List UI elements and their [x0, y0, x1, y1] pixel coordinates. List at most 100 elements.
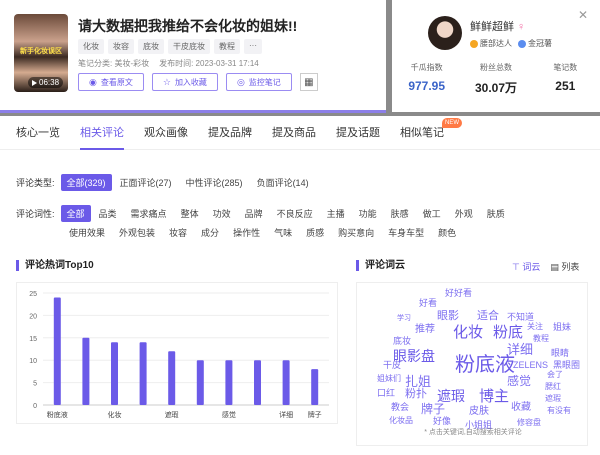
wordcloud-word[interactable]: 好好看	[445, 289, 472, 298]
wordcloud-word[interactable]: 干皮	[383, 361, 401, 370]
stat-label: 千瓜指数	[410, 63, 443, 72]
comment-property-chip[interactable]: 操作性	[227, 224, 266, 241]
wordcloud-word[interactable]: 粉底	[493, 325, 523, 340]
wordcloud-word[interactable]: 修容盘	[517, 419, 541, 427]
note-thumbnail[interactable]: 新手化妆误区 06:38	[14, 14, 68, 92]
wordcloud-word[interactable]: 教会	[391, 403, 409, 412]
bar[interactable]	[196, 360, 204, 405]
comment-property-chip[interactable]: 肤质	[481, 205, 511, 222]
wordcloud-word[interactable]: 好看	[419, 299, 437, 308]
wordcloud-word[interactable]: 遮瑕	[545, 395, 561, 403]
tab-7[interactable]: 相似笔记 NEW	[400, 116, 462, 149]
wordcloud-word[interactable]: 不知道	[507, 313, 534, 322]
wordcloud-word[interactable]: 底妆	[393, 337, 411, 346]
wordcloud-word[interactable]: 学习	[397, 315, 411, 322]
comment-property-chip[interactable]: 肤感	[385, 205, 415, 222]
wordcloud-word[interactable]: 适合	[477, 311, 499, 322]
wordcloud-word[interactable]: 化妆品	[389, 417, 413, 425]
wordcloud-word[interactable]: 有没有	[547, 407, 571, 415]
comment-property-chip[interactable]: 全部	[60, 205, 91, 222]
wordcloud-word[interactable]: 腮红	[545, 383, 561, 391]
monitor-note-button[interactable]: ◎ 监控笔记	[225, 73, 292, 91]
comment-type-chip[interactable]: 全部(329)	[60, 174, 112, 191]
bar[interactable]	[282, 360, 290, 405]
view-cloud-button[interactable]: ⊤ 词云	[512, 260, 540, 273]
comment-property-chip[interactable]: 购买意向	[332, 224, 380, 241]
wordcloud-word[interactable]: 关注	[527, 323, 543, 331]
wordcloud-word[interactable]: 粉扑	[405, 389, 427, 400]
note-category: 笔记分类: 美妆-彩妆	[78, 59, 150, 68]
wordcloud-word[interactable]: 口红	[377, 389, 395, 398]
comment-property-chip[interactable]: 车身车型	[382, 224, 430, 241]
tab-4[interactable]: 提及品牌	[208, 116, 252, 149]
note-tag[interactable]: 化妆	[78, 39, 104, 54]
wordcloud-word[interactable]: 牌子	[421, 403, 445, 415]
bar[interactable]	[311, 369, 319, 405]
tab-1[interactable]: 核心一览	[16, 116, 60, 149]
wordcloud-word[interactable]: ZELENS	[513, 361, 548, 370]
wordcloud-word[interactable]: 黑眼圈	[553, 361, 580, 370]
wordcloud-word[interactable]: 推荐	[415, 325, 435, 335]
bar[interactable]	[82, 337, 90, 405]
note-tag[interactable]: 底妆	[138, 39, 164, 54]
wordcloud-word[interactable]: 姐妹	[553, 323, 571, 332]
comment-type-chip[interactable]: 中性评论(285)	[180, 174, 249, 191]
comment-property-chip[interactable]: 功能	[353, 205, 383, 222]
bar[interactable]	[111, 342, 118, 405]
tab-2[interactable]: 相关评论	[80, 116, 124, 150]
comment-property-chip[interactable]: 品牌	[239, 205, 269, 222]
comment-property-chip[interactable]: 外观包装	[113, 224, 161, 241]
wordcloud-word[interactable]: 收藏	[511, 403, 531, 413]
wordcloud-word[interactable]: 小姐姐	[465, 421, 492, 430]
comment-property-chip[interactable]: 不良反应	[271, 205, 319, 222]
comment-type-chip[interactable]: 正面评论(27)	[114, 174, 178, 191]
comment-property-chip[interactable]: 使用效果	[63, 224, 111, 241]
avatar[interactable]	[428, 16, 462, 50]
comment-property-chip[interactable]: 主播	[321, 205, 351, 222]
note-title[interactable]: 请大数据把我推给不会化妆的姐妹!!	[78, 16, 297, 36]
author-name[interactable]: 鲜鲜超鲜	[470, 21, 514, 33]
tab-6[interactable]: 提及话题	[336, 116, 380, 149]
comment-property-chip[interactable]: 质感	[300, 224, 330, 241]
comment-type-chip[interactable]: 负面评论(14)	[251, 174, 315, 191]
comment-property-chip[interactable]: 品类	[93, 205, 123, 222]
note-tag[interactable]: 妆容	[108, 39, 134, 54]
qr-code-icon[interactable]: ▦	[299, 73, 318, 91]
wordcloud-word[interactable]: 眼影	[437, 311, 459, 322]
close-icon[interactable]: ✕	[578, 8, 588, 22]
tab-3[interactable]: 观众画像	[144, 116, 188, 149]
wordcloud-word[interactable]: 粉底液	[455, 355, 515, 375]
bar[interactable]	[254, 360, 261, 405]
view-list-button[interactable]: ▤ 列表	[550, 260, 579, 273]
comment-property-chip[interactable]: 整体	[175, 205, 205, 222]
wordcloud-word[interactable]: 感觉	[507, 375, 531, 387]
bar[interactable]	[225, 360, 233, 405]
comment-property-chip[interactable]: 外观	[449, 205, 479, 222]
comment-property-chip[interactable]: 妆容	[163, 224, 193, 241]
wordcloud-word[interactable]: 教程	[533, 335, 549, 343]
wordcloud-word[interactable]: 扎姐	[405, 375, 431, 388]
wordcloud-word[interactable]: 化妆	[453, 325, 483, 340]
comment-property-chip[interactable]: 成分	[195, 224, 225, 241]
view-original-button[interactable]: ◉ 查看原文	[78, 73, 144, 91]
bar[interactable]	[53, 297, 61, 405]
wordcloud-word[interactable]: 皮肤	[469, 407, 489, 417]
comment-property-chip[interactable]: 颜色	[432, 224, 462, 241]
note-tag[interactable]: ···	[244, 39, 262, 54]
comment-property-chip[interactable]: 功效	[207, 205, 237, 222]
note-tag[interactable]: 干皮底妆	[168, 39, 210, 54]
wordcloud-word[interactable]: 姐妹们	[377, 375, 401, 383]
comment-property-chip[interactable]: 做工	[417, 205, 447, 222]
wordcloud-word[interactable]: 遮瑕	[437, 389, 465, 403]
note-tag[interactable]: 教程	[214, 39, 240, 54]
wordcloud-word[interactable]: 博主	[479, 389, 509, 404]
bar[interactable]	[168, 351, 176, 405]
comment-property-chip[interactable]: 需求痛点	[125, 205, 173, 222]
wordcloud-word[interactable]: 眼睛	[551, 349, 569, 358]
wordcloud-word[interactable]: 好像	[433, 417, 451, 426]
bar[interactable]	[139, 342, 147, 405]
comment-property-chip[interactable]: 气味	[268, 224, 298, 241]
tab-5[interactable]: 提及商品	[272, 116, 316, 149]
wordcloud-word[interactable]: 会了	[547, 371, 563, 379]
add-favorite-button[interactable]: ☆ 加入收藏	[151, 73, 218, 91]
